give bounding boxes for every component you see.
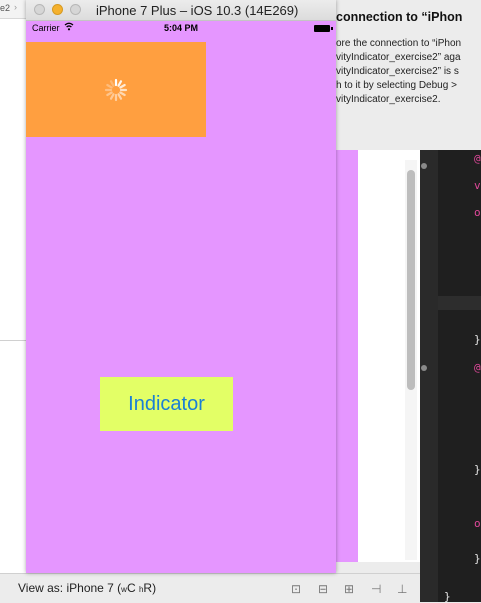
- code-token: v: [474, 179, 481, 192]
- editor-divider: [438, 296, 481, 310]
- embed-icon[interactable]: ⊥: [397, 582, 407, 596]
- alert-text-line: vityIndicator_exercise2” is s: [336, 66, 459, 77]
- status-time: 5:04 PM: [164, 23, 199, 33]
- code-token: @: [474, 152, 481, 165]
- navigator-tab-label: e2: [0, 3, 11, 13]
- simulator-titlebar[interactable]: iPhone 7 Plus – iOS 10.3 (14E269): [26, 0, 336, 21]
- code-token: }: [444, 590, 451, 603]
- alert-text-line: vityIndicator_exercise2” aga: [336, 52, 461, 63]
- code-token: o: [474, 517, 481, 530]
- orange-container-view: [26, 42, 206, 137]
- view-as-label: View as: iPhone 7 (: [18, 581, 122, 595]
- editor-gutter: [420, 150, 438, 602]
- align-icon[interactable]: ⊟: [318, 582, 328, 596]
- alert-text-line: vityIndicator_exercise2.: [336, 94, 441, 105]
- resolve-icon[interactable]: ⊣: [371, 582, 381, 596]
- outlet-connection-icon[interactable]: [421, 365, 427, 371]
- pin-icon[interactable]: ⊞: [344, 582, 354, 596]
- code-token: @: [474, 361, 481, 374]
- view-as-device-button[interactable]: View as: iPhone 7 (wwCC hR): [18, 581, 156, 595]
- alert-text-line: h to it by selecting Debug >: [336, 80, 457, 91]
- navigator-pane: [0, 0, 26, 602]
- zoom-window-button[interactable]: [70, 4, 81, 15]
- canvas-scroll-thumb[interactable]: [407, 170, 415, 390]
- ios-status-bar: Carrier 5:04 PM: [26, 20, 336, 38]
- navigator-tab[interactable]: e2 ›: [0, 0, 26, 19]
- code-token: }: [474, 463, 481, 476]
- size-class-h-letter: R: [143, 581, 153, 595]
- code-token: }: [474, 333, 481, 346]
- indicator-button[interactable]: Indicator: [100, 377, 233, 431]
- simulator-title: iPhone 7 Plus – iOS 10.3 (14E269): [96, 3, 299, 18]
- code-token: o: [474, 206, 481, 219]
- view-as-suffix: ): [152, 581, 157, 595]
- battery-tip-icon: [331, 27, 333, 30]
- code-token: }: [474, 552, 481, 565]
- storyboard-scene-edge: [336, 150, 358, 562]
- divider: [0, 340, 26, 341]
- wifi-icon: [64, 22, 74, 31]
- activity-indicator-icon: [104, 78, 128, 102]
- battery-icon: [314, 25, 330, 32]
- size-class-w-letter: C: [126, 581, 136, 595]
- carrier-label: Carrier: [32, 23, 60, 33]
- alert-text-line: ore the connection to “iPhon: [336, 38, 462, 49]
- outlet-connection-icon[interactable]: [421, 163, 427, 169]
- chevron-right-icon: ›: [14, 2, 17, 12]
- simulator-window: iPhone 7 Plus – iOS 10.3 (14E269) Carrie…: [26, 0, 336, 573]
- zoom-fit-icon[interactable]: ⊡: [291, 582, 301, 596]
- alert-title: connection to “iPhon: [336, 10, 463, 24]
- close-window-button[interactable]: [34, 4, 45, 15]
- minimize-window-button[interactable]: [52, 4, 63, 15]
